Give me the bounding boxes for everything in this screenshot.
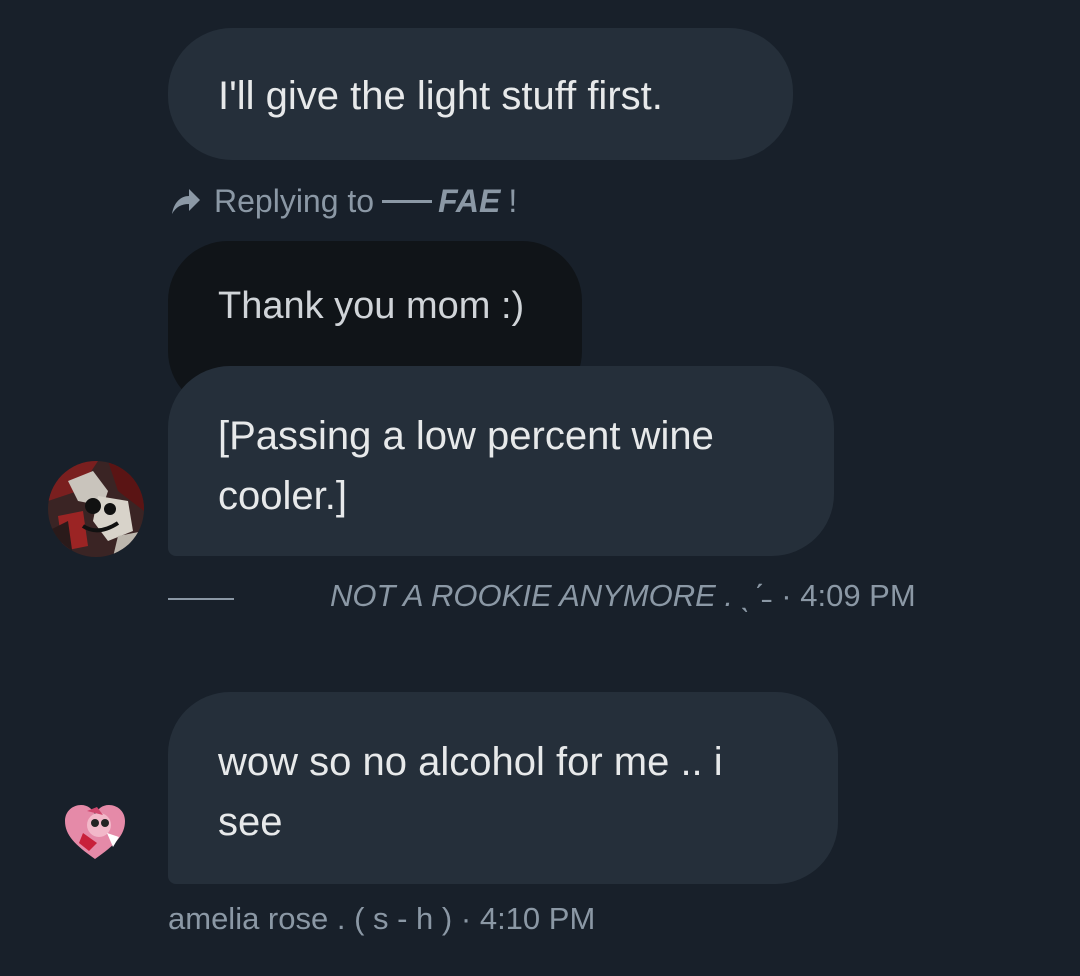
message-bubble[interactable]: wow so no alcohol for me .. i see [168,692,838,884]
reply-dash [382,199,433,203]
reply-context[interactable]: Replying to FAE ! [168,178,517,224]
reply-suffix: ! [508,182,518,219]
message-bubble[interactable]: I'll give the light stuff first. [168,28,793,160]
reply-arrow-icon [172,189,200,214]
timestamp: 4:10 PM [479,901,596,936]
heart-avatar-image [65,805,125,859]
sender-name[interactable]: NOT A ROOKIE ANYMORE . ˎˊ˗ [330,578,773,613]
sender-name[interactable]: amelia rose . ( s - h ) [168,901,452,936]
avatar-image [48,461,144,557]
message-bubble[interactable]: [Passing a low percent wine cooler.] [168,366,834,556]
avatar[interactable] [63,803,127,863]
meta-separator: · [781,578,792,613]
reply-username[interactable]: FAE [438,183,500,220]
reply-prefix: Replying to [214,182,375,219]
meta-separator: · [460,901,472,936]
avatar[interactable] [48,461,144,557]
timestamp: 4:09 PM [800,578,916,613]
message-meta: amelia rose . ( s - h ) · 4:10 PM [168,901,595,937]
meta-line [168,598,234,600]
dm-conversation: I'll give the light stuff first. Replyin… [0,0,1080,976]
message-meta: NOT A ROOKIE ANYMORE . ˎˊ˗ · 4:09 PM [330,578,916,614]
